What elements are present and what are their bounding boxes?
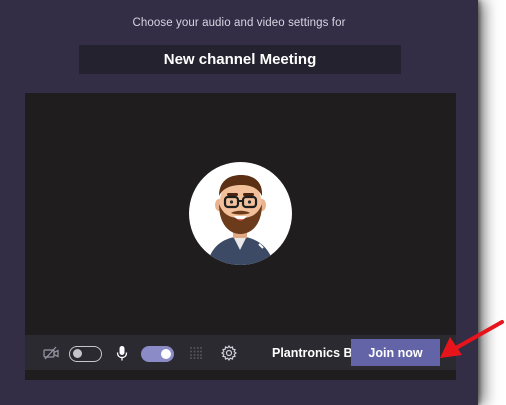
background-blur-icon[interactable] xyxy=(188,345,204,361)
avatar-illustration-icon xyxy=(207,175,274,265)
camera-toggle[interactable] xyxy=(69,346,102,362)
meeting-title: New channel Meeting xyxy=(79,45,401,74)
join-now-button[interactable]: Join now xyxy=(351,339,440,366)
microphone-icon[interactable] xyxy=(114,344,130,362)
toggle-knob xyxy=(73,349,82,358)
toggle-knob xyxy=(161,349,171,359)
prejoin-window: Choose your audio and video settings for… xyxy=(0,0,478,405)
avatar xyxy=(189,162,292,265)
prejoin-subtitle: Choose your audio and video settings for xyxy=(132,17,346,29)
camera-off-icon[interactable] xyxy=(42,344,60,362)
video-preview: Plantronics Bla... Join now xyxy=(25,93,456,380)
red-arrow-icon xyxy=(436,318,506,371)
gear-icon[interactable] xyxy=(220,344,238,362)
device-controls-bar: Plantronics Bla... Join now xyxy=(25,335,456,370)
microphone-toggle[interactable] xyxy=(141,346,174,362)
